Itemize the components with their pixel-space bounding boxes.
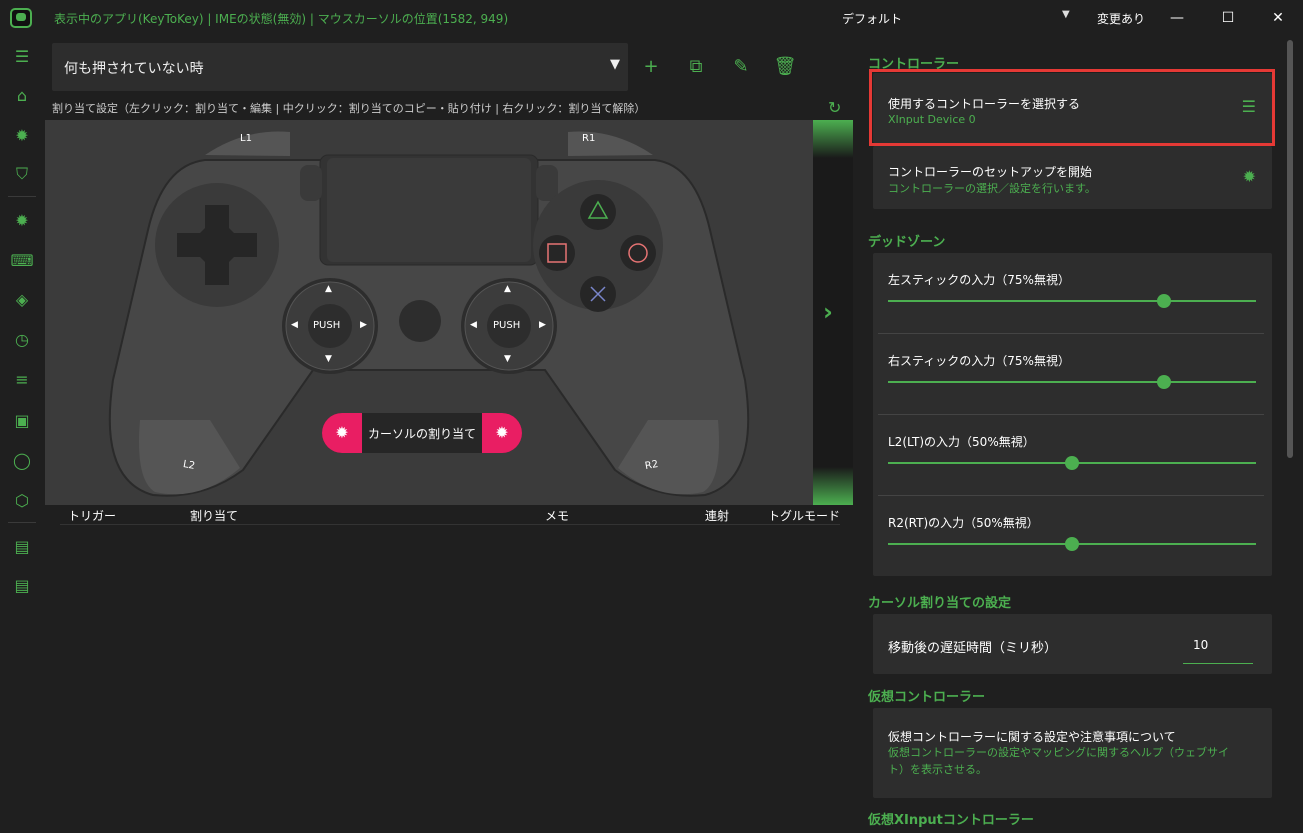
arrow-up-icon[interactable]: ▲ [325,284,332,294]
slider-divider [878,495,1264,496]
deadzone-card: 左スティックの入力（75%無視） 右スティックの入力（75%無視） L2(LT)の入… [873,253,1272,576]
delay-input[interactable]: 10 [1183,636,1253,664]
panel-scrollbar[interactable] [1287,40,1293,458]
delay-label: 移動後の遅延時間（ミリ秒） [888,641,1058,656]
setup-title: コントローラーのセットアップを開始 [888,165,1093,179]
chevron-right-icon[interactable]: › [823,298,833,326]
l1-label: L1 [240,133,252,144]
image-icon[interactable]: ▣ [8,406,36,434]
settings-panel: コントローラー 使用するコントローラーを選択する XInput Device 0… [864,36,1284,833]
refresh-icon[interactable]: ↻ [828,98,841,117]
sidebar: ☰ ⌂ ✹ ⛉ ✹ ⌨ ◈ ◷ ≡ ▣ ◯ ⬡ ▤ ▤ [0,36,44,833]
slider-label: 右スティックの入力（75%無視） [888,354,1070,368]
trigger-meter: › [813,120,853,505]
slider-thumb[interactable] [1157,375,1171,389]
virtual-controller-card[interactable]: 仮想コントローラーに関する設定や注意事項について 仮想コントローラーの設定やマッ… [873,708,1272,798]
add-icon[interactable]: + [639,55,663,79]
slider-thumb[interactable] [1157,294,1171,308]
section-cursor: カーソル割り当ての設定 [868,596,1012,611]
gear-icon[interactable]: ✹ [322,413,362,453]
gamepad-icon[interactable]: ◈ [8,285,36,313]
arrow-up-icon[interactable]: ▲ [504,284,511,294]
title-bar: 表示中のアプリ(KeyToKey) | IMEの状態(無効) | マウスカーソル… [0,0,1303,36]
column-assign[interactable]: 割り当て [190,507,238,524]
r1-button[interactable] [568,131,653,156]
deadzone-slider[interactable] [888,537,1256,551]
slider-label: R2(RT)の入力（50%無視） [888,516,1039,530]
arrow-down-icon[interactable]: ▼ [325,354,332,364]
slider-label: 左スティックの入力（75%無視） [888,273,1070,287]
virtual-subtitle: 仮想コントローラーの設定やマッピングに関するヘルプ（ウェブサイト）を表示させる。 [888,746,1229,776]
setup-controller-card[interactable]: コントローラーのセットアップを開始 コントローラーの選択／設定を行います。 ✹ [873,146,1272,209]
cursor-delay-card: 移動後の遅延時間（ミリ秒） 10 [873,614,1272,674]
column-rapid[interactable]: 連射 [705,507,729,524]
gear-icon[interactable]: ✹ [482,413,522,453]
delete-icon[interactable]: 🗑 [773,55,797,79]
slider-thumb[interactable] [1065,456,1079,470]
sidebar-divider [8,196,36,197]
meter-bottom [813,467,853,505]
r2-label: R2 [644,458,660,473]
keyboard-icon[interactable]: ⌨ [8,246,36,274]
left-stick-push-label[interactable]: PUSH [313,320,340,331]
mode-dropdown-label: 何も押されていない時 [64,61,204,77]
column-trigger[interactable]: トリガー [68,507,116,524]
slider-divider [878,333,1264,334]
right-stick-push-label[interactable]: PUSH [493,320,520,331]
section-virtual-xinput: 仮想XInputコントローラー [868,813,1034,828]
chevron-down-icon[interactable]: ▼ [1062,9,1070,20]
mode-dropdown[interactable]: 何も押されていない時 ▼ [52,43,628,91]
arrow-left-icon[interactable]: ◀ [470,320,477,330]
edit-icon[interactable]: ✎ [729,55,753,79]
maximize-button[interactable]: ☐ [1216,6,1240,30]
column-memo[interactable]: メモ [545,507,569,524]
minimize-button[interactable]: — [1165,6,1189,30]
sidebar-divider [8,522,36,523]
r1-label: R1 [582,133,596,144]
gear-icon[interactable]: ✹ [1243,167,1256,186]
alarm-icon[interactable]: ◷ [8,325,36,353]
copy-icon[interactable]: ⧉ [684,55,708,79]
cube-icon[interactable]: ⬡ [8,486,36,514]
deadzone-slider[interactable] [888,375,1256,389]
assignment-hint: 割り当て設定（左クリック：割り当て・編集 | 中クリック：割り当てのコピー・貼り… [52,102,646,115]
menu-icon[interactable]: ☰ [8,42,36,70]
status-text: 表示中のアプリ(KeyToKey) | IMEの状態(無効) | マウスカーソル… [54,12,509,26]
home-icon[interactable]: ⌂ [8,81,36,109]
gear-icon[interactable]: ✹ [8,121,36,149]
shield-icon[interactable]: ⛉ [8,160,36,188]
slider-divider [878,414,1264,415]
selection-highlight [869,69,1275,146]
app-logo-icon [10,8,32,28]
changed-indicator[interactable]: 変更あり [1097,10,1145,27]
settings-icon[interactable]: ✹ [8,206,36,234]
cursor-assign-label: カーソルの割り当て [367,427,476,441]
slider-thumb[interactable] [1065,537,1079,551]
deadzone-slider[interactable] [888,456,1256,470]
setup-subtitle: コントローラーの選択／設定を行います。 [888,182,1096,195]
deadzone-slider[interactable] [888,294,1256,308]
save-icon[interactable]: ▤ [8,532,36,560]
arrow-right-icon[interactable]: ▶ [360,320,367,330]
assignment-table [45,505,853,827]
section-virtual: 仮想コントローラー [868,690,986,705]
close-button[interactable]: ✕ [1266,6,1290,30]
slider-label: L2(LT)の入力（50%無視） [888,435,1035,449]
arrow-right-icon[interactable]: ▶ [539,320,546,330]
profile-select[interactable]: デフォルト [842,10,902,27]
section-deadzone: デッドゾーン [868,235,946,250]
cursor-assign-button[interactable]: ✹ カーソルの割り当て ✹ [322,413,522,453]
circle-icon[interactable]: ◯ [8,446,36,474]
column-toggle[interactable]: トグルモード [768,507,840,524]
save-as-icon[interactable]: ▤ [8,571,36,599]
list-icon[interactable]: ≡ [8,365,36,393]
virtual-title: 仮想コントローラーに関する設定や注意事項について [888,730,1176,744]
table-header: トリガー 割り当て メモ 連射 トグルモード [60,507,840,525]
meter-top [813,120,853,158]
chevron-down-icon: ▼ [610,57,620,72]
arrow-down-icon[interactable]: ▼ [504,354,511,364]
l2-label: L2 [182,459,196,472]
arrow-left-icon[interactable]: ◀ [291,320,298,330]
